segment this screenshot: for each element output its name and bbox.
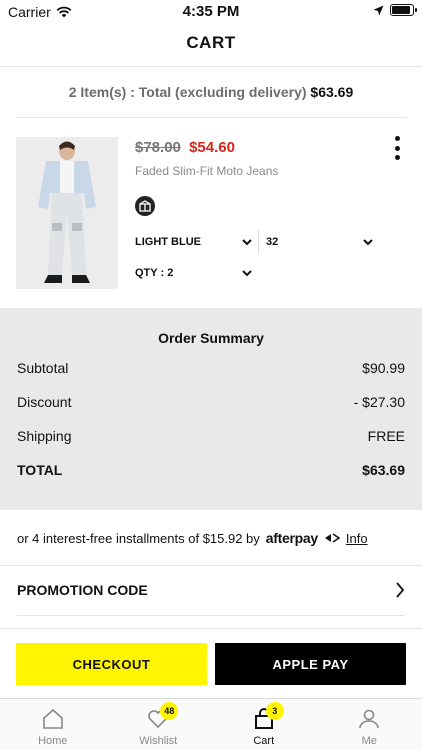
cart-icon-wrap: 3: [252, 702, 284, 731]
subtotal-row: Subtotal $90.99: [17, 360, 405, 376]
afterpay-arrows-icon: [324, 533, 340, 543]
checkout-button[interactable]: CHECKOUT: [16, 643, 207, 685]
tab-me-label: Me: [361, 735, 377, 747]
tab-home[interactable]: Home: [0, 699, 106, 750]
product-image[interactable]: [16, 137, 118, 289]
tab-cart-label: Cart: [253, 735, 275, 747]
jeans-photo: [16, 137, 118, 289]
price-row: $78.00 $54.60: [135, 139, 235, 156]
order-summary: Order Summary Subtotal $90.99 Discount -…: [0, 308, 422, 510]
tab-bar: Home 48 Wishlist 3 Cart Me: [0, 698, 422, 750]
total-label: TOTAL: [17, 462, 63, 478]
tab-me[interactable]: Me: [317, 699, 422, 750]
shipping-value: FREE: [367, 428, 405, 444]
order-summary-title: Order Summary: [158, 330, 264, 346]
promotion-code-row[interactable]: PROMOTION CODE: [17, 582, 405, 598]
divider: [0, 565, 422, 566]
chevron-down-icon: [242, 239, 252, 246]
afterpay-row: or 4 interest-free installments of $15.9…: [17, 530, 405, 546]
color-value: LIGHT BLUE: [135, 236, 201, 248]
quantity-value: QTY : 2: [135, 267, 174, 279]
apple-pay-button[interactable]: APPLE PAY: [215, 643, 406, 685]
wishlist-icon-wrap: 48: [146, 702, 179, 731]
tab-wishlist[interactable]: 48 Wishlist: [106, 699, 212, 750]
promotion-code-label: PROMOTION CODE: [17, 582, 148, 598]
cart-item: $78.00 $54.60 Faded Slim-Fit Moto Jeans …: [0, 118, 422, 308]
user-icon: [359, 709, 380, 729]
battery-level: [392, 6, 410, 14]
sale-price: $54.60: [189, 139, 235, 156]
discount-value: - $27.30: [353, 394, 405, 410]
battery-icon: [390, 4, 417, 16]
size-value: 32: [266, 236, 279, 248]
tab-wishlist-label: Wishlist: [139, 735, 178, 747]
tab-cart[interactable]: 3 Cart: [211, 699, 317, 750]
total-value: $63.69: [362, 462, 405, 478]
total-row: TOTAL $63.69: [17, 462, 405, 478]
cart-count-text: 2 Item(s) : Total (excluding delivery): [68, 84, 307, 100]
quantity-select[interactable]: QTY : 2: [135, 267, 253, 279]
more-options-icon[interactable]: [392, 136, 402, 160]
afterpay-info-link[interactable]: Info: [346, 531, 368, 546]
page-title: CART: [186, 33, 236, 52]
divider: [0, 628, 422, 629]
cart-summary-line: 2 Item(s) : Total (excluding delivery) $…: [0, 84, 422, 100]
discount-row: Discount - $27.30: [17, 394, 405, 410]
wishlist-badge: 48: [160, 702, 179, 720]
gift-box-icon[interactable]: [135, 196, 155, 216]
home-icon: [42, 708, 63, 729]
afterpay-logo: afterpay: [265, 530, 318, 546]
cart-badge: 3: [265, 702, 284, 720]
status-right: [373, 4, 417, 16]
size-select[interactable]: 32: [266, 236, 374, 248]
chevron-down-icon: [242, 270, 252, 277]
chevron-right-icon: [396, 582, 405, 598]
subtotal-label: Subtotal: [17, 360, 69, 376]
product-name[interactable]: Faded Slim-Fit Moto Jeans: [135, 164, 278, 178]
discount-label: Discount: [17, 394, 72, 410]
select-divider: [258, 230, 259, 254]
color-select[interactable]: LIGHT BLUE: [135, 236, 253, 248]
tab-home-label: Home: [38, 735, 68, 747]
shipping-row: Shipping FREE: [17, 428, 405, 444]
chevron-down-icon: [363, 239, 373, 246]
subtotal-value: $90.99: [362, 360, 405, 376]
original-price: $78.00: [135, 139, 181, 156]
status-time: 4:35 PM: [182, 3, 240, 20]
shipping-label: Shipping: [17, 428, 72, 444]
header-divider: [0, 66, 422, 67]
afterpay-text: or 4 interest-free installments of $15.9…: [17, 530, 260, 546]
cart-total: $63.69: [310, 84, 354, 100]
status-bar: Carrier 4:35 PM: [0, 0, 422, 22]
divider: [17, 615, 405, 616]
location-arrow-icon: [373, 5, 384, 15]
